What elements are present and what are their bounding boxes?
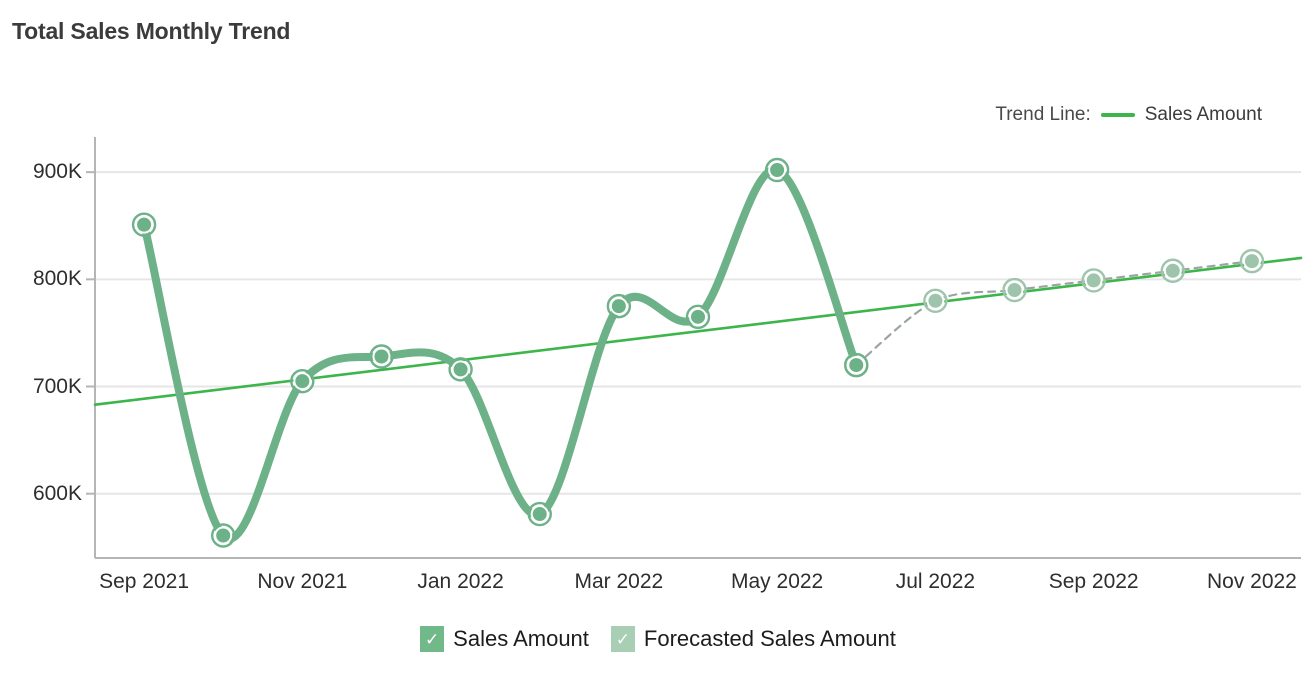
- x-axis-tick-label: Sep 2021: [99, 570, 190, 593]
- x-axis-tick-label: Jul 2022: [895, 570, 976, 593]
- data-point-marker[interactable]: [453, 362, 468, 377]
- legend-checkbox-forecasted-sales-amount[interactable]: ✓: [610, 626, 635, 652]
- data-point-marker[interactable]: [295, 374, 310, 389]
- data-point-marker[interactable]: [849, 358, 864, 373]
- data-point-marker[interactable]: [374, 349, 389, 364]
- sales-data-point-markers: [131, 157, 869, 548]
- data-point-marker[interactable]: [691, 309, 705, 324]
- data-point-marker[interactable]: [532, 507, 547, 522]
- legend-item-sales-amount[interactable]: ✓ Sales Amount: [420, 626, 589, 652]
- x-axis-tick-label: Nov 2021: [257, 570, 348, 593]
- data-point-marker[interactable]: [216, 528, 231, 543]
- data-point-marker[interactable]: [1165, 263, 1180, 278]
- data-point-marker[interactable]: [137, 217, 152, 232]
- data-point-marker[interactable]: [770, 163, 785, 178]
- x-axis-tick-label: Sep 2022: [1048, 570, 1139, 593]
- series-legend[interactable]: ✓ Sales Amount ✓ Forecasted Sales Amount: [0, 626, 1316, 652]
- data-point-marker[interactable]: [611, 299, 626, 314]
- data-point-marker[interactable]: [1086, 273, 1101, 288]
- legend-checkbox-sales-amount[interactable]: ✓: [420, 626, 445, 652]
- data-point-marker[interactable]: [1007, 283, 1022, 298]
- y-axis-tick-label: 600K: [32, 481, 82, 505]
- plot-area: 600K 700K 800K 900K Sep 2021 Nov 2021 Jan 202…: [0, 0, 1316, 680]
- y-axis-tick-label: 700K: [32, 374, 82, 398]
- x-axis-tick-label: May 2022: [731, 570, 824, 593]
- forecasted-sales-line-path: [855, 260, 1253, 367]
- legend-label-forecasted-sales-amount: Forecasted Sales Amount: [643, 626, 896, 651]
- x-axis-tick-label: Nov 2022: [1206, 570, 1297, 593]
- legend-item-forecasted-sales-amount[interactable]: ✓ Forecasted Sales Amount: [610, 626, 896, 652]
- axis-lines: [86, 137, 1301, 559]
- y-axis-tick-label: 800K: [32, 267, 82, 291]
- x-axis-tick-label: Mar 2022: [574, 570, 664, 593]
- sales-trend-chart-card: Total Sales Monthly Trend Trend Line: Sa…: [0, 0, 1316, 680]
- data-point-marker[interactable]: [1244, 254, 1259, 269]
- legend-label-sales-amount: Sales Amount: [453, 626, 589, 651]
- x-axis-tick-label: Jan 2022: [417, 570, 504, 593]
- y-axis-tick-label: 900K: [32, 160, 82, 184]
- data-point-marker[interactable]: [928, 293, 943, 308]
